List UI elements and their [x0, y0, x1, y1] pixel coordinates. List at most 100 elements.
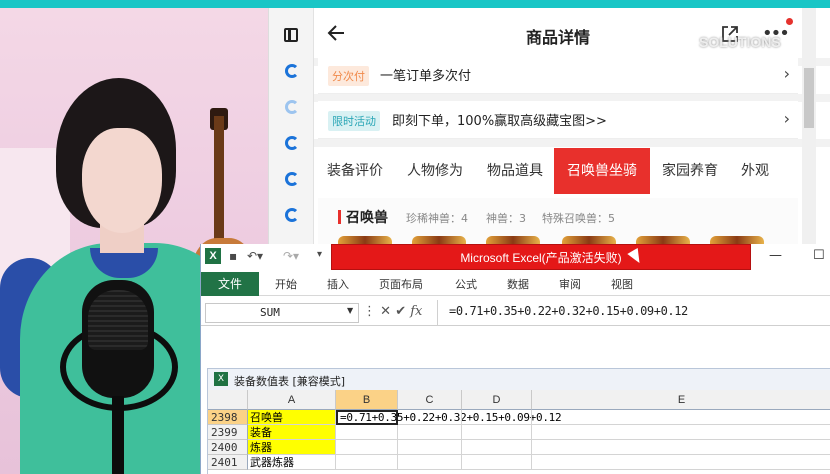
row-header[interactable]: 2399 [208, 425, 248, 440]
browser-icon[interactable] [285, 208, 299, 222]
table-cell[interactable] [398, 410, 462, 425]
tab-summon-mounts[interactable]: 召唤兽坐骑 [554, 148, 650, 194]
active-cell[interactable]: =0.71+0.35+0.22+0.32+0.15+0.09+0.12 [336, 410, 562, 425]
excel-logo-icon: X [205, 248, 221, 264]
installment-tag: 分次付 [328, 66, 369, 86]
browser-sidebar [268, 8, 314, 248]
workbook-icon: X [214, 372, 228, 386]
tab-home[interactable]: 开始 [275, 276, 297, 292]
column-header[interactable]: C [398, 390, 462, 410]
enter-icon[interactable]: ✔ [395, 304, 406, 319]
table-cell[interactable]: 装备 [248, 425, 336, 440]
summon-title: 召唤兽 [346, 210, 388, 226]
select-all-corner[interactable] [208, 390, 248, 410]
tab-view[interactable]: 视图 [611, 276, 633, 292]
workbook-title-bar: X 装备数值表 [兼容模式] [207, 368, 830, 390]
undo-icon[interactable]: ↶▾ [247, 249, 263, 263]
webcam-streamer-face [82, 128, 162, 233]
formula-input[interactable]: =0.71+0.35+0.22+0.32+0.15+0.09+0.12 [449, 304, 688, 318]
insert-function-icon[interactable]: fx [410, 304, 422, 319]
name-box[interactable]: SUM [205, 303, 359, 323]
category-tabs: 装备评价 人物修为 物品道具 召唤兽坐骑 家园养育 外观 [318, 148, 798, 194]
scrollbar-thumb[interactable] [804, 68, 814, 128]
stream-top-bar [0, 0, 830, 8]
tab-insert[interactable]: 插入 [327, 276, 349, 292]
column-header[interactable]: B [336, 390, 398, 410]
worksheet-grid: A B C D E 2398 召唤兽 =0.71+0.35+0.22+0.32+… [207, 390, 830, 474]
table-cell[interactable] [462, 455, 532, 470]
redo-icon[interactable]: ↷▾ [283, 249, 299, 263]
row-header[interactable]: 2400 [208, 440, 248, 455]
minimize-icon[interactable]: — [769, 248, 782, 263]
table-cell[interactable] [462, 410, 532, 425]
tabs-icon[interactable] [284, 28, 298, 42]
tab-file[interactable]: 文件 [201, 272, 259, 296]
table-cell[interactable] [532, 455, 830, 470]
promo-row[interactable]: 限时活动 即刻下单，100%赢取高级藏宝图>> › [318, 101, 798, 139]
summon-section: 召唤兽 珍稀神兽：4 神兽：3 特殊召唤兽：5 [318, 198, 798, 248]
tab-formulas[interactable]: 公式 [455, 276, 477, 292]
browser-icon[interactable] [285, 136, 299, 150]
ribbon-collapsed-area [201, 326, 830, 366]
table-cell[interactable] [398, 425, 462, 440]
chevron-right-icon: › [783, 109, 790, 128]
table-cell[interactable] [462, 425, 532, 440]
collapse-icon[interactable]: ⋮ [363, 304, 376, 319]
promo-tag: 限时活动 [328, 111, 380, 131]
name-box-dropdown-icon[interactable]: ▼ [347, 306, 353, 315]
table-cell[interactable]: 召唤兽 [248, 410, 336, 425]
workbook-title: 装备数值表 [兼容模式] [234, 375, 346, 388]
special-summon-count: 特殊召唤兽：5 [542, 212, 615, 225]
chevron-right-icon: › [783, 64, 790, 83]
formula-buttons: ⋮ ✕ ✔ fx [363, 304, 422, 319]
save-icon[interactable]: ▪ [229, 249, 237, 263]
page-scrollbar[interactable] [802, 8, 816, 248]
divider [314, 139, 830, 147]
installment-row[interactable]: 分次付 一笔订单多次付 › [318, 56, 798, 94]
tab-review[interactable]: 审阅 [559, 276, 581, 292]
browser-icon[interactable] [285, 100, 299, 114]
table-cell[interactable] [532, 440, 830, 455]
table-cell[interactable]: 武器炼器 [248, 455, 336, 470]
tab-page-layout[interactable]: 页面布局 [379, 276, 423, 292]
window-title: Microsoft Excel(产品激活失败) [331, 244, 751, 270]
webcam-guitar-neck [214, 116, 224, 246]
row-header[interactable]: 2401 [208, 455, 248, 470]
table-cell[interactable] [462, 440, 532, 455]
column-header[interactable]: A [248, 390, 336, 410]
table-cell[interactable] [398, 455, 462, 470]
table-cell[interactable] [398, 440, 462, 455]
tab-home[interactable]: 家园养育 [658, 148, 722, 194]
promo-text: 即刻下单，100%赢取高级藏宝图>> [392, 114, 607, 129]
section-accent-bar [338, 210, 341, 224]
browser-icon[interactable] [285, 172, 299, 186]
table-cell[interactable]: 炼器 [248, 440, 336, 455]
ribbon-tabs: 文件 开始 插入 页面布局 公式 数据 审阅 视图 [201, 270, 830, 296]
tab-equipment-review[interactable]: 装备评价 [324, 148, 386, 194]
beast-count: 神兽：3 [486, 212, 526, 225]
cancel-icon[interactable]: ✕ [380, 304, 391, 319]
table-cell[interactable] [336, 440, 398, 455]
column-header[interactable]: E [532, 390, 830, 410]
webcam-mic-grill [88, 290, 148, 350]
tab-appearance[interactable]: 外观 [730, 148, 780, 194]
row-header[interactable]: 2398 [208, 410, 248, 425]
browser-icon[interactable] [285, 64, 299, 78]
table-cell[interactable] [532, 425, 830, 440]
maximize-icon[interactable]: ☐ [813, 248, 825, 263]
webcam-mic-stand [112, 396, 124, 474]
tab-data[interactable]: 数据 [507, 276, 529, 292]
divider [437, 300, 438, 326]
table-cell[interactable] [336, 425, 398, 440]
formula-bar: SUM ▼ ⋮ ✕ ✔ fx =0.71+0.35+0.22+0.32+0.15… [201, 300, 830, 326]
tab-character[interactable]: 人物修为 [402, 148, 468, 194]
page-header: 商品详情 ••• SOLUTIONS [314, 8, 830, 60]
excel-window: X ▪ ↶▾ ↷▾ ▾ Microsoft Excel(产品激活失败) — ☐ … [200, 244, 830, 474]
column-header[interactable]: D [462, 390, 532, 410]
tab-items[interactable]: 物品道具 [482, 148, 548, 194]
notification-dot [786, 18, 793, 25]
table-cell[interactable] [532, 410, 830, 425]
product-detail-page: 商品详情 ••• SOLUTIONS 分次付 一笔订单多次付 › 限时活动 即刻… [314, 8, 830, 248]
customize-qat-icon[interactable]: ▾ [317, 249, 322, 260]
table-cell[interactable] [336, 455, 398, 470]
